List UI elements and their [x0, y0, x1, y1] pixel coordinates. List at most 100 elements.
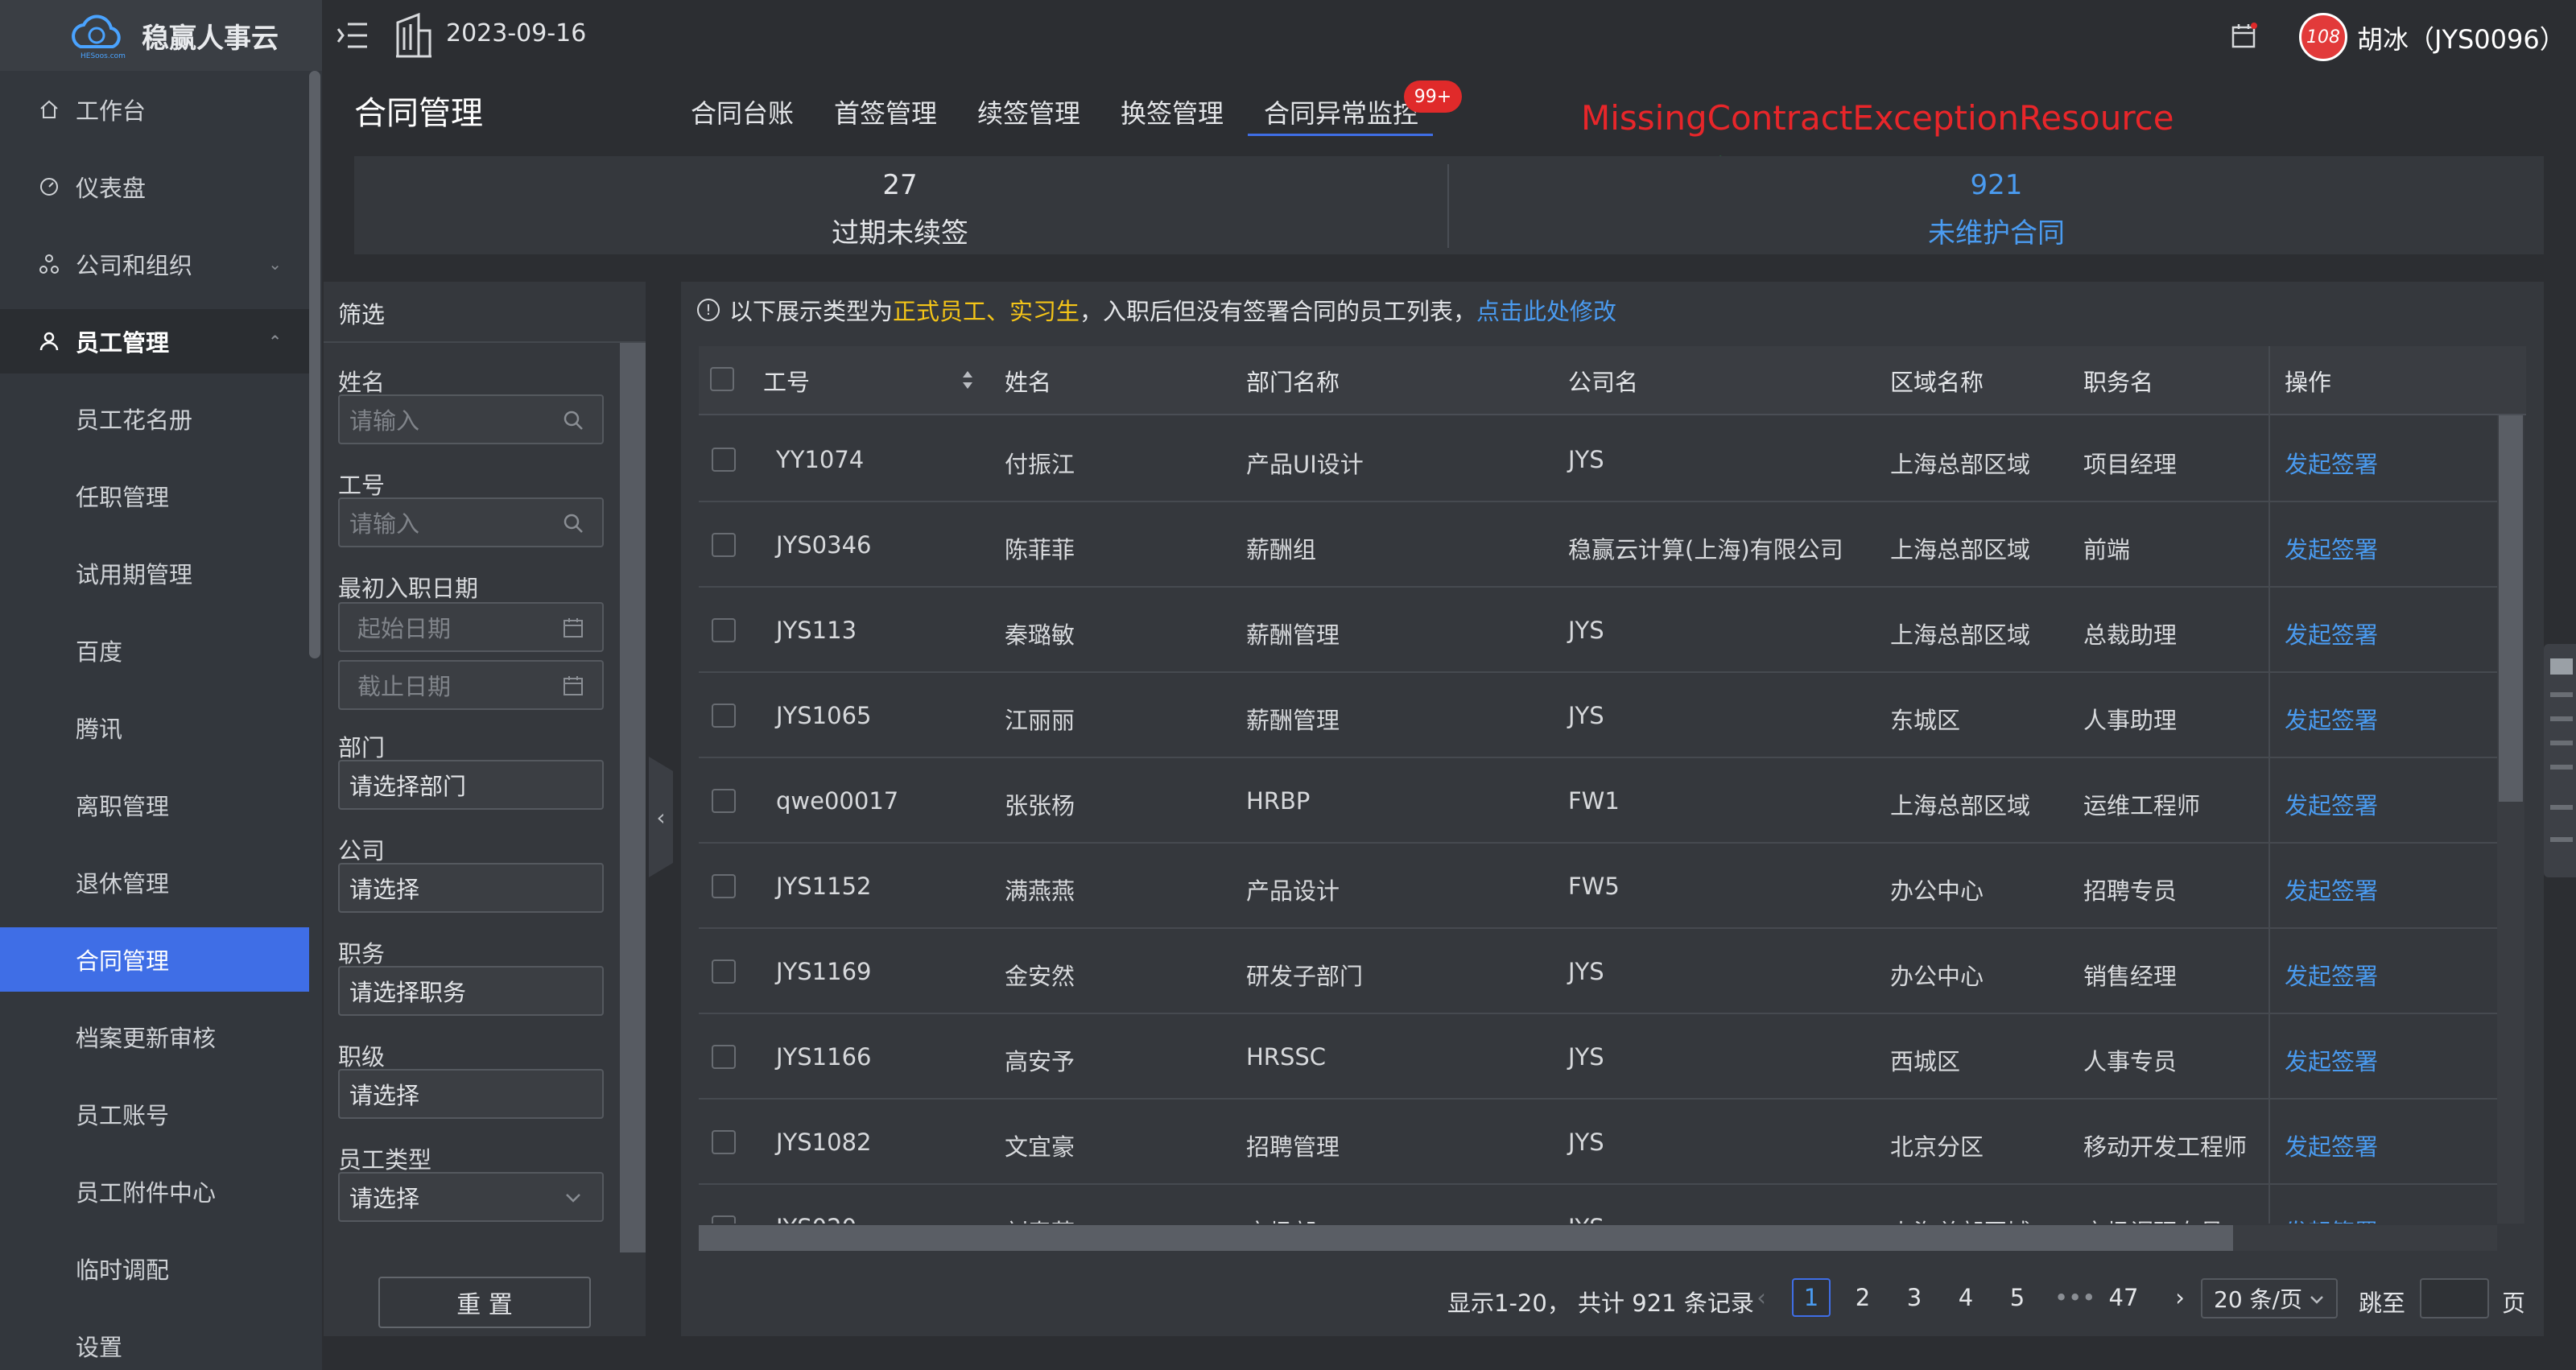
- page-size-select[interactable]: 20 条/页: [2201, 1278, 2338, 1318]
- sidebar-item-attachments[interactable]: 员工附件中心: [0, 1159, 309, 1224]
- row-checkbox[interactable]: [712, 448, 736, 472]
- page-4-button[interactable]: 4: [1946, 1278, 1985, 1317]
- page-ellipsis[interactable]: •••: [2054, 1278, 2095, 1317]
- sort-icon[interactable]: [961, 367, 974, 396]
- sidebar-item-employee-management[interactable]: 员工管理 ⌃: [0, 309, 309, 373]
- employee-type-select[interactable]: 请选择: [338, 1172, 604, 1222]
- table-row[interactable]: JYS113 秦璐敏 薪酬管理 JYS 上海总部区域 总裁助理 发起签署: [699, 588, 2497, 673]
- table-row[interactable]: JYS1169 金安然 研发子部门 JYS 办公中心 销售经理 发起签署: [699, 929, 2497, 1014]
- table-row[interactable]: JYS1065 江丽丽 薪酬管理 JYS 东城区 人事助理 发起签署: [699, 673, 2497, 758]
- department-select[interactable]: 请选择部门: [338, 760, 604, 810]
- sidebar-item-probation[interactable]: 试用期管理: [0, 541, 309, 605]
- reset-button[interactable]: 重 置: [378, 1277, 591, 1328]
- floating-side-widget[interactable]: [2544, 644, 2576, 877]
- next-page-button[interactable]: ›: [2161, 1278, 2199, 1317]
- calendar-notification-icon[interactable]: [2230, 21, 2259, 50]
- sidebar-item-resignation[interactable]: 离职管理: [0, 773, 309, 837]
- table-row[interactable]: YY1074 付振江 产品UI设计 JYS 上海总部区域 项目经理 发起签署: [699, 417, 2497, 502]
- collapse-filter-handle[interactable]: ‹: [649, 757, 673, 877]
- page-2-button[interactable]: 2: [1843, 1278, 1882, 1317]
- notice-edit-link[interactable]: 点击此处修改: [1476, 293, 1616, 327]
- sidebar-scrollbar[interactable]: [309, 71, 320, 658]
- table-row[interactable]: qwe00017 张张杨 HRBP FW1 上海总部区域 运维工程师 发起签署: [699, 758, 2497, 844]
- sidebar-item-label: 百度: [76, 638, 123, 666]
- row-checkbox[interactable]: [712, 704, 736, 728]
- cell-company: JYS: [1568, 1129, 1604, 1156]
- sidebar-item-workbench[interactable]: 工作台: [0, 77, 309, 142]
- sidebar-item-temp-transfer[interactable]: 临时调配: [0, 1236, 309, 1301]
- tab-renewal[interactable]: 续签管理: [977, 93, 1080, 130]
- start-signing-link[interactable]: 发起签署: [2285, 446, 2378, 480]
- position-select[interactable]: 请选择职务: [338, 966, 604, 1016]
- start-date-input[interactable]: 起始日期: [338, 602, 604, 652]
- start-signing-link[interactable]: 发起签署: [2285, 531, 2378, 565]
- col-header-department: 部门名称: [1246, 369, 1340, 396]
- building-icon[interactable]: [394, 11, 433, 58]
- page-1-button[interactable]: 1: [1792, 1278, 1831, 1317]
- filter-scrollbar[interactable]: [620, 343, 646, 1252]
- row-checkbox[interactable]: [712, 959, 736, 984]
- row-checkbox[interactable]: [712, 1215, 736, 1224]
- start-signing-link[interactable]: 发起签署: [2285, 1129, 2378, 1162]
- user-name[interactable]: 胡冰（JYS0096）: [2357, 19, 2566, 56]
- table-row[interactable]: JYS1152 满燕燕 产品设计 FW5 办公中心 招聘专员 发起签署: [699, 844, 2497, 929]
- table-row[interactable]: JYS020 刘春萍 市场部 JYS 上海总部区域 市场调研专员 发起签署: [699, 1185, 2497, 1224]
- sidebar-item-tencent[interactable]: 腾讯: [0, 695, 309, 760]
- start-signing-link[interactable]: 发起签署: [2285, 617, 2378, 650]
- tab-first-sign[interactable]: 首签管理: [834, 93, 937, 130]
- sidebar-item-roster[interactable]: 员工花名册: [0, 386, 309, 451]
- start-signing-link[interactable]: 发起签署: [2285, 1214, 2378, 1224]
- name-search-input[interactable]: 请输入: [338, 394, 604, 444]
- sidebar-item-settings[interactable]: 设置: [0, 1314, 309, 1370]
- prev-page-button[interactable]: ‹: [1742, 1278, 1781, 1317]
- row-checkbox[interactable]: [712, 533, 736, 557]
- row-checkbox[interactable]: [712, 1045, 736, 1069]
- company-select[interactable]: 请选择: [338, 863, 604, 913]
- search-icon[interactable]: [562, 409, 584, 431]
- table-row[interactable]: JYS0346 陈菲菲 薪酬组 稳赢云计算(上海)有限公司 上海总部区域 前端 发起签署: [699, 502, 2497, 588]
- table-row[interactable]: JYS1166 高安予 HRSSC JYS 西城区 人事专员 发起签署: [699, 1014, 2497, 1100]
- search-icon[interactable]: [562, 512, 584, 534]
- start-signing-link[interactable]: 发起签署: [2285, 958, 2378, 992]
- tab-resign[interactable]: 换签管理: [1121, 93, 1224, 130]
- table-vertical-scrollbar[interactable]: [2499, 415, 2523, 802]
- sidebar-item-dashboard[interactable]: 仪表盘: [0, 155, 309, 219]
- sidebar-item-position[interactable]: 任职管理: [0, 464, 309, 528]
- page-47-button[interactable]: 47: [2104, 1278, 2143, 1317]
- chevron-left-icon: ‹: [1757, 1284, 1766, 1311]
- tab-exception-monitor[interactable]: 合同异常监控: [1264, 93, 1418, 130]
- row-checkbox[interactable]: [712, 789, 736, 813]
- rank-select[interactable]: 请选择: [338, 1069, 604, 1119]
- row-checkbox[interactable]: [712, 1130, 736, 1154]
- stat-unmaintained-label[interactable]: 未维护合同: [1755, 211, 2238, 250]
- sidebar-item-baidu[interactable]: 百度: [0, 618, 309, 683]
- cloud-logo-icon: HESoos.com: [64, 11, 129, 60]
- start-signing-link[interactable]: 发起签署: [2285, 702, 2378, 736]
- start-signing-link[interactable]: 发起签署: [2285, 873, 2378, 906]
- row-checkbox[interactable]: [712, 618, 736, 642]
- table-row[interactable]: JYS1082 文宜豪 招聘管理 JYS 北京分区 移动开发工程师 发起签署: [699, 1100, 2497, 1185]
- sidebar-item-contract[interactable]: 合同管理: [0, 927, 309, 992]
- sidebar-item-accounts[interactable]: 员工账号: [0, 1082, 309, 1146]
- end-date-input[interactable]: 截止日期: [338, 660, 604, 710]
- start-signing-link[interactable]: 发起签署: [2285, 787, 2378, 821]
- stat-unmaintained-value[interactable]: 921: [1755, 169, 2238, 201]
- select-all-checkbox[interactable]: [710, 367, 734, 391]
- jump-to-page-input[interactable]: [2420, 1278, 2489, 1318]
- start-signing-link[interactable]: 发起签署: [2285, 1043, 2378, 1077]
- avatar[interactable]: 108: [2299, 13, 2347, 61]
- id-search-input[interactable]: 请输入: [338, 497, 604, 547]
- stat-expired-value[interactable]: 27: [658, 169, 1141, 201]
- app-logo[interactable]: HESoos.com 稳赢人事云: [0, 0, 322, 71]
- tab-contract-ledger[interactable]: 合同台账: [691, 93, 794, 130]
- stat-expired-label[interactable]: 过期未续签: [658, 211, 1141, 250]
- sidebar-item-archive-review[interactable]: 档案更新审核: [0, 1005, 309, 1069]
- table-horizontal-scrollbar[interactable]: [699, 1225, 2233, 1251]
- row-checkbox[interactable]: [712, 874, 736, 898]
- page-5-button[interactable]: 5: [1998, 1278, 2037, 1317]
- page-3-button[interactable]: 3: [1895, 1278, 1934, 1317]
- cell-id: JYS1065: [776, 702, 872, 729]
- menu-fold-icon[interactable]: [336, 21, 369, 50]
- sidebar-item-company-org[interactable]: 公司和组织 ⌄: [0, 232, 309, 296]
- sidebar-item-retirement[interactable]: 退休管理: [0, 850, 309, 914]
